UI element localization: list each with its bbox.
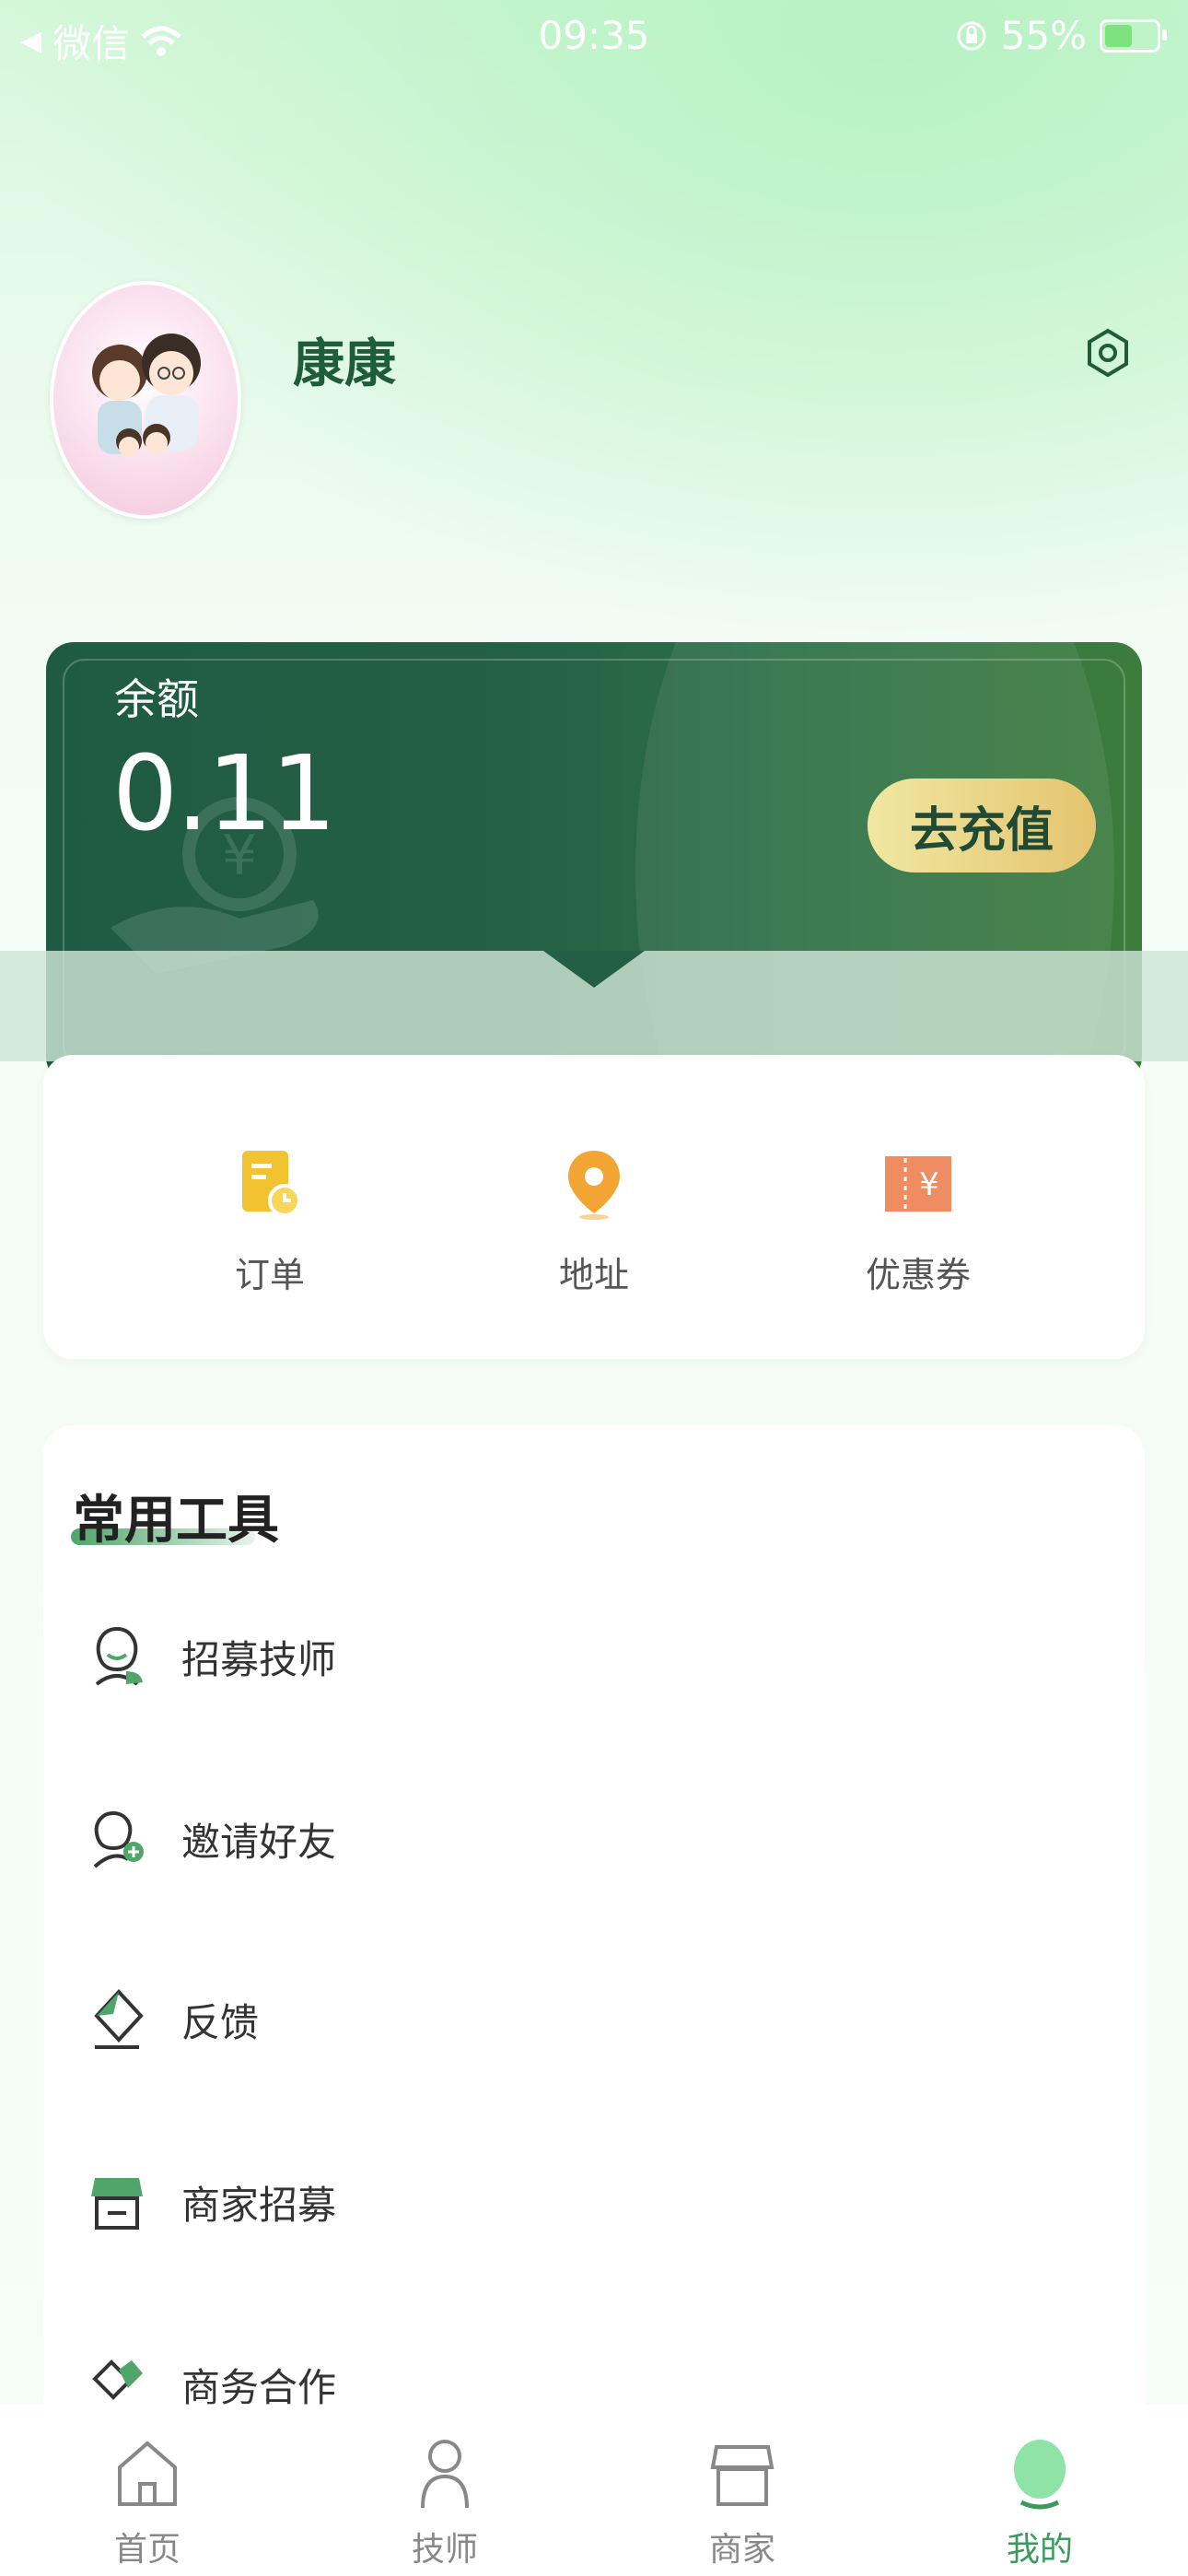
tab-label: 我的	[1006, 2531, 1073, 2569]
order-icon	[242, 1151, 301, 1217]
tool-item-invite-friend[interactable]: 邀请好友	[87, 1797, 336, 1880]
tool-item-merchant-recruit[interactable]: 商家招募	[87, 2160, 336, 2243]
status-right: 55%	[955, 13, 1167, 58]
quick-item-label: 优惠券	[865, 1255, 971, 1295]
quick-item-address[interactable]: 地址	[474, 1147, 714, 1297]
technician-recruit-icon	[95, 1626, 143, 1686]
tool-item-technician-recruit[interactable]: 招募技师	[87, 1615, 336, 1698]
tab-label: 商家	[708, 2531, 775, 2569]
status-bar: ◀ 微信 09:35 55%	[0, 0, 1188, 74]
tool-item-label: 商家招募	[181, 2182, 337, 2228]
tools-title: 常用工具	[73, 1491, 279, 1551]
merchant-recruit-icon	[91, 2178, 143, 2230]
recharge-button[interactable]: 去充值	[868, 779, 1096, 872]
home-icon	[118, 2441, 177, 2506]
tab-mine[interactable]: 我的	[948, 2434, 1132, 2570]
invite-friend-icon	[93, 1810, 144, 1868]
tool-item-feedback[interactable]: 反馈	[87, 1978, 259, 2061]
tab-bar: 首页 技师 商家 我的	[0, 2405, 1188, 2576]
battery-fill	[1105, 24, 1133, 47]
coupon-icon: ¥	[885, 1156, 951, 1212]
battery-icon	[1100, 18, 1167, 53]
feedback-icon	[94, 1989, 144, 2049]
location-icon	[568, 1151, 620, 1220]
profile-icon	[1014, 2440, 1066, 2510]
balance-label: 余额	[114, 674, 199, 724]
tab-label: 首页	[113, 2531, 181, 2569]
card-notch	[543, 951, 645, 988]
tab-technician[interactable]: 技师	[353, 2434, 537, 2570]
orientation-lock-icon	[957, 21, 986, 50]
avatar-illustration	[92, 334, 201, 457]
tab-home[interactable]: 首页	[55, 2434, 239, 2570]
quick-item-coupon[interactable]: ¥ 优惠券	[798, 1147, 1038, 1297]
tool-item-label: 招募技师	[181, 1636, 337, 1682]
settings-icon[interactable]	[1085, 327, 1131, 379]
tool-item-label: 反馈	[181, 1999, 260, 2045]
tool-item-label: 邀请好友	[181, 1819, 337, 1865]
svg-text:¥: ¥	[919, 1166, 939, 1203]
tab-label: 技师	[411, 2531, 478, 2569]
tab-merchant[interactable]: 商家	[650, 2434, 834, 2570]
quick-item-order[interactable]: 订单	[150, 1147, 390, 1297]
quick-menu: 订单 地址 ¥ 优惠券	[43, 1055, 1145, 1359]
avatar[interactable]	[50, 281, 241, 519]
technician-icon	[421, 2440, 469, 2509]
balance-value: 0.11	[112, 734, 336, 854]
username[interactable]: 康康	[293, 322, 396, 397]
shop-icon	[710, 2445, 775, 2506]
quick-item-label: 地址	[558, 1255, 629, 1295]
quick-item-label: 订单	[234, 1255, 305, 1295]
common-tools-panel: 常用工具 招募技师 邀请好友 反馈 商家招募 商务合作	[43, 1425, 1145, 2576]
battery-percent: 55%	[1000, 13, 1087, 58]
